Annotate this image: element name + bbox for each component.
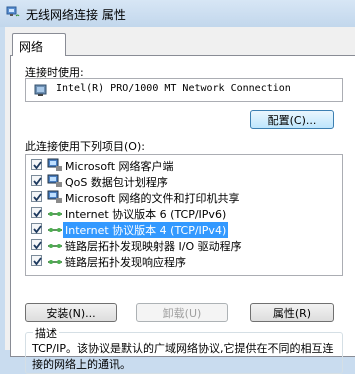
protocol-icon [48,244,62,248]
list-item-label: Microsoft 网络的文件和打印机共享 [65,192,240,205]
protocol-icon [48,228,62,232]
protocol-icon [48,260,62,264]
tab-label: 网络 [19,40,44,54]
title-bar[interactable]: 无线网络连接 属性 [0,0,355,27]
adapter-field: Intel(R) PRO/1000 MT Network Connection [25,78,343,102]
install-button[interactable]: 安装(N)... [25,303,117,322]
checkbox[interactable] [31,207,42,218]
list-item[interactable]: Microsoft 网络客户端 [26,158,354,173]
checkbox[interactable] [31,159,42,170]
window-title: 无线网络连接 属性 [26,8,126,22]
list-item-selected[interactable]: Internet 协议版本 4 (TCP/IPv4) [26,222,354,238]
network-client-icon [47,158,62,171]
list-item[interactable]: 链路层拓扑发现响应程序 [26,254,354,269]
file-printer-sharing-icon [47,190,62,203]
checkbox[interactable] [31,191,42,202]
qos-icon [47,174,62,187]
adapter-name: Intel(R) PRO/1000 MT Network Connection [56,83,291,94]
description-group: 描述 TCP/IP。该协议是默认的广域网络协议,它提供在不同的相互连接的网络上的… [25,325,343,374]
description-legend: 描述 [33,325,59,341]
list-item[interactable]: QoS 数据包计划程序 [26,174,354,189]
description-text: TCP/IP。该协议是默认的广域网络协议,它提供在不同的相互连接的网络上的通讯。 [32,342,334,371]
list-item-label: QoS 数据包计划程序 [65,176,168,189]
network-connection-icon [6,6,20,17]
uninstall-button[interactable]: 卸载(U) [136,303,228,322]
items-label: 此连接使用下列项目(O): [25,140,145,153]
checkbox[interactable] [31,255,42,266]
list-item-label: Internet 协议版本 6 (TCP/IPv6) [65,208,227,221]
components-list[interactable]: Microsoft 网络客户端 QoS 数据包计划程序 Microsoft 网络… [25,154,343,276]
list-item[interactable]: Microsoft 网络的文件和打印机共享 [26,190,354,205]
list-item-label: 链路层拓扑发现响应程序 [65,256,186,269]
checkbox[interactable] [31,175,42,186]
list-item[interactable]: 链路层拓扑发现映射器 I/O 驱动程序 [26,238,354,253]
tab-panel: 连接时使用: Intel(R) PRO/1000 MT Network Conn… [10,55,355,374]
dialog-body: 网络 连接时使用: Intel(R) PRO/1000 MT Network C… [5,27,355,374]
configure-button[interactable]: 配置(C)... [250,110,334,129]
properties-button[interactable]: 属性(R) [250,303,334,322]
list-item-label: Internet 协议版本 4 (TCP/IPv4) [63,222,229,238]
checkbox[interactable] [31,223,42,234]
protocol-icon [48,212,62,216]
list-item[interactable]: Internet 协议版本 6 (TCP/IPv6) [26,206,354,221]
list-item-label: Microsoft 网络客户端 [65,160,174,173]
list-item-label: 链路层拓扑发现映射器 I/O 驱动程序 [65,240,242,253]
tab-network[interactable]: 网络 [12,33,66,56]
network-adapter-icon [34,84,47,96]
checkbox[interactable] [31,239,42,250]
